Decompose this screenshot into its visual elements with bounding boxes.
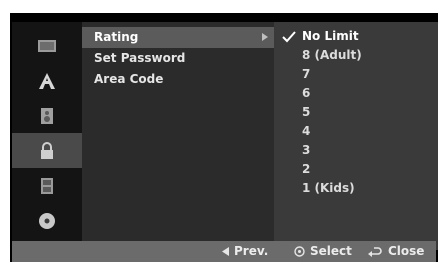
submenu: Rating Set Password Area Code: [82, 22, 274, 250]
speaker-icon: [41, 107, 53, 124]
option-label: 4: [302, 124, 311, 138]
disc-icon: [39, 212, 55, 229]
option-5[interactable]: 5: [274, 103, 438, 122]
option-2[interactable]: 2: [274, 160, 438, 179]
option-1-kids[interactable]: 1 (Kids): [274, 179, 438, 198]
frame: Rating Set Password Area Code No Limit 8…: [0, 0, 442, 269]
option-label: 6: [302, 86, 311, 100]
close-button[interactable]: Close: [368, 241, 424, 262]
lock-icon: [41, 141, 53, 159]
footer-bar: Prev. Select Close: [12, 241, 436, 262]
triangle-left-icon: [222, 247, 229, 256]
enter-circle-icon: [294, 246, 305, 257]
category-audio[interactable]: [12, 98, 82, 133]
return-arrow-icon: [368, 247, 382, 257]
dvd-setup-menu: Rating Set Password Area Code No Limit 8…: [10, 13, 438, 262]
option-label: 5: [302, 105, 311, 119]
option-label: 1 (Kids): [302, 181, 355, 195]
submenu-item-label: Rating: [94, 30, 139, 44]
chevron-right-icon: [262, 33, 268, 41]
checkmark-icon: [282, 31, 296, 43]
submenu-item-rating[interactable]: Rating: [82, 27, 274, 48]
option-label: 8 (Adult): [302, 48, 362, 62]
category-language[interactable]: [12, 63, 82, 98]
submenu-item-label: Set Password: [94, 51, 186, 65]
option-8-adult[interactable]: 8 (Adult): [274, 46, 438, 65]
prev-button[interactable]: Prev.: [222, 241, 268, 262]
option-label: 7: [302, 67, 311, 81]
option-6[interactable]: 6: [274, 84, 438, 103]
option-label: No Limit: [302, 29, 359, 43]
submenu-item-label: Area Code: [94, 72, 164, 86]
close-label: Close: [388, 244, 425, 258]
select-label: Select: [310, 244, 352, 258]
option-label: 3: [302, 143, 311, 157]
submenu-item-set-password[interactable]: Set Password: [82, 48, 274, 69]
category-menu: [12, 22, 82, 250]
option-4[interactable]: 4: [274, 122, 438, 141]
prev-label: Prev.: [234, 244, 269, 258]
language-a-icon: [39, 72, 55, 89]
category-film[interactable]: [12, 28, 82, 63]
select-button[interactable]: Select: [294, 241, 352, 262]
category-lock[interactable]: [12, 133, 82, 168]
rating-options: No Limit 8 (Adult) 7 6 5 4 3 2 1 (Kids): [274, 22, 438, 250]
submenu-item-area-code[interactable]: Area Code: [82, 69, 274, 90]
option-label: 2: [302, 162, 311, 176]
film-strip-icon: [41, 177, 53, 194]
option-3[interactable]: 3: [274, 141, 438, 160]
category-disc[interactable]: [12, 203, 82, 238]
film-reel-icon: [38, 39, 56, 52]
option-no-limit[interactable]: No Limit: [274, 27, 438, 46]
option-7[interactable]: 7: [274, 65, 438, 84]
category-film-strip[interactable]: [12, 168, 82, 203]
